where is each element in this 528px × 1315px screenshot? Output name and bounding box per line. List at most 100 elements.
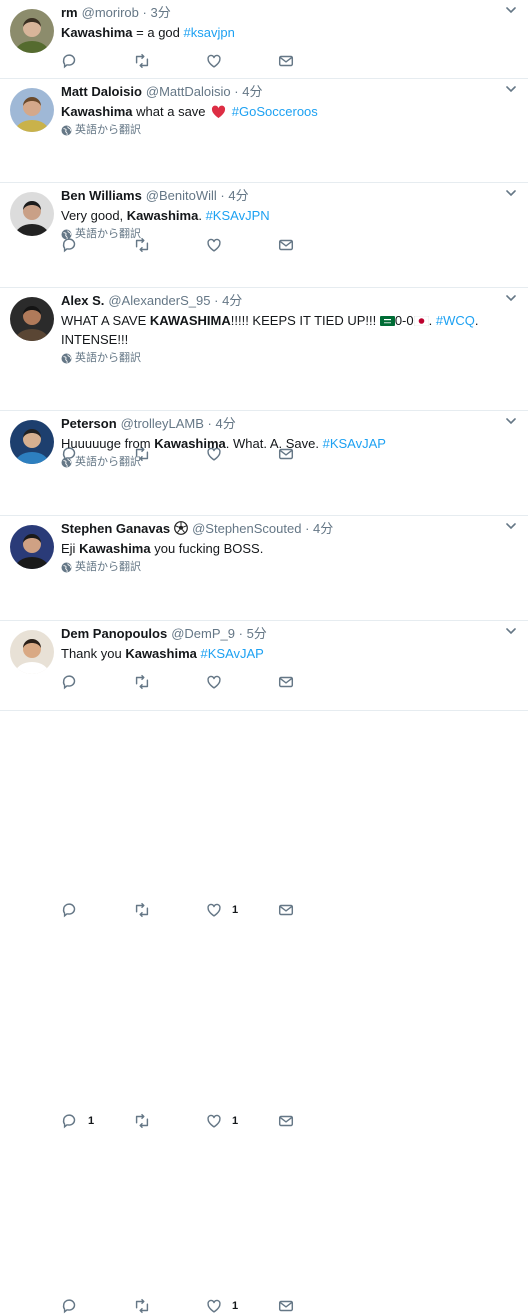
tweet-text-span: . xyxy=(428,313,436,328)
user-handle[interactable]: @trolleyLAMB xyxy=(121,416,204,431)
direct-message-button[interactable] xyxy=(277,52,349,70)
chevron-down-icon[interactable] xyxy=(504,291,518,305)
user-handle[interactable]: @morirob xyxy=(82,5,139,20)
tweet-text-span: Very good, xyxy=(61,208,127,223)
tweet-text-span: Huuuuuge from xyxy=(61,436,155,451)
avatar[interactable] xyxy=(10,630,54,674)
tweet[interactable]: Peterson @trolleyLAMB · 4分 Huuuuuge from K… xyxy=(0,411,528,918)
user-handle[interactable]: @BenitoWill xyxy=(146,188,217,203)
tweet-text-span: 0-0 xyxy=(394,313,414,328)
reply-button[interactable] xyxy=(61,901,133,919)
tweet-text-span: what a save xyxy=(132,104,210,119)
chevron-down-icon[interactable] xyxy=(504,624,518,638)
tweet-timestamp[interactable]: 4分 xyxy=(222,293,242,308)
user-handle[interactable]: @AlexanderS_95 xyxy=(108,293,210,308)
avatar[interactable] xyxy=(10,9,54,53)
hashtag-link[interactable]: #KSAvJAP xyxy=(323,436,386,451)
separator-dot: · xyxy=(234,84,239,99)
direct-message-button[interactable] xyxy=(277,1112,349,1130)
translate-link[interactable]: 英語から翻訳 xyxy=(61,350,500,366)
user-handle[interactable]: @DemP_9 xyxy=(171,626,235,641)
tweet-text: Huuuuuge from Kawashima. What. A. Save. … xyxy=(61,434,500,453)
tweet-timestamp[interactable]: 4分 xyxy=(228,188,248,203)
envelope-icon xyxy=(277,1297,295,1315)
retweet-button[interactable] xyxy=(133,901,205,919)
tweet[interactable]: Stephen Ganavas @StephenScouted · 4分 Eji K… xyxy=(0,516,528,1129)
tweet-timestamp[interactable]: 4分 xyxy=(313,521,333,536)
tweet-header: rm @morirob · 3分 xyxy=(61,4,500,22)
translate-link[interactable]: 英語から翻訳 xyxy=(61,559,500,575)
display-name[interactable]: Matt Daloisio xyxy=(61,84,142,99)
avatar[interactable] xyxy=(10,192,54,236)
retweet-icon xyxy=(133,901,151,919)
tweet-text-span: . What. A. Save. xyxy=(225,436,323,451)
display-name[interactable]: Peterson xyxy=(61,416,117,431)
avatar[interactable] xyxy=(10,88,54,132)
like-button[interactable] xyxy=(205,52,277,70)
retweet-button[interactable] xyxy=(133,52,205,70)
tweet-timestamp[interactable]: 4分 xyxy=(242,84,262,99)
tweet[interactable]: rm @morirob · 3分 Kawashima = a god #ksavjp… xyxy=(0,0,528,79)
like-button[interactable]: 1 xyxy=(205,901,277,919)
avatar[interactable] xyxy=(10,525,54,569)
translate-link[interactable]: 英語から翻訳 xyxy=(61,226,500,242)
chevron-down-icon[interactable] xyxy=(504,519,518,533)
reply-button[interactable]: 1 xyxy=(61,1112,133,1130)
hashtag-link[interactable]: #KSAvJAP xyxy=(201,646,264,661)
chevron-down-icon[interactable] xyxy=(504,186,518,200)
avatar[interactable] xyxy=(10,420,54,464)
tweet-text-span: Eji xyxy=(61,541,80,556)
direct-message-button[interactable] xyxy=(277,901,349,919)
user-handle[interactable]: @MattDaloisio xyxy=(146,84,231,99)
tweet-content: Ben Williams @BenitoWill · 4分 Very good, K… xyxy=(61,187,500,242)
avatar[interactable] xyxy=(10,297,54,341)
tweet[interactable]: Ben Williams @BenitoWill · 4分 Very good, K… xyxy=(0,183,528,462)
chevron-down-icon[interactable] xyxy=(504,82,518,96)
tweet-actions: 1 xyxy=(61,1297,349,1315)
red-heart-emoji-icon xyxy=(211,104,226,118)
reply-button[interactable] xyxy=(61,52,133,70)
translate-label: 英語から翻訳 xyxy=(75,561,141,573)
highlighted-keyword: Kawashima xyxy=(154,436,226,451)
like-button[interactable]: 1 xyxy=(205,1112,277,1130)
display-name[interactable]: rm xyxy=(61,5,78,20)
chevron-down-icon[interactable] xyxy=(504,414,518,428)
tweet-actions xyxy=(61,52,349,70)
like-count: 1 xyxy=(232,904,239,916)
japan-flag-emoji-icon xyxy=(413,312,429,327)
translate-link[interactable]: 英語から翻訳 xyxy=(61,122,500,138)
heart-icon xyxy=(205,1297,223,1315)
display-name[interactable]: Alex S. xyxy=(61,293,104,308)
tweet-timestamp[interactable]: 5分 xyxy=(247,626,267,641)
hashtag-link[interactable]: #WCQ xyxy=(436,313,475,328)
tweet-timestamp[interactable]: 4分 xyxy=(216,416,236,431)
tweet-text: Kawashima = a god #ksavjpn xyxy=(61,23,500,42)
globe-icon xyxy=(61,353,72,364)
reply-button[interactable] xyxy=(61,1297,133,1315)
tweet[interactable]: Alex S. @AlexanderS_95 · 4分 WHAT A SAVE KA… xyxy=(0,288,528,690)
direct-message-button[interactable] xyxy=(277,1297,349,1315)
tweet[interactable]: Dem Panopoulos @DemP_9 · 5分 Thank you Kawa… xyxy=(0,621,528,1314)
retweet-button[interactable] xyxy=(133,1112,205,1130)
display-name[interactable]: Dem Panopoulos xyxy=(61,626,167,641)
chevron-down-icon[interactable] xyxy=(504,3,518,17)
retweet-icon xyxy=(133,52,151,70)
tweet-content: Peterson @trolleyLAMB · 4分 Huuuuuge from K… xyxy=(61,415,500,470)
display-name[interactable]: Ben Williams xyxy=(61,188,142,203)
tweet-timestamp[interactable]: 3分 xyxy=(150,5,170,20)
highlighted-keyword: Kawashima xyxy=(79,541,151,556)
translate-link[interactable]: 英語から翻訳 xyxy=(61,454,500,470)
hashtag-link[interactable]: #ksavjpn xyxy=(184,25,235,40)
hashtag-link[interactable]: #KSAvJPN xyxy=(206,208,270,223)
like-button[interactable]: 1 xyxy=(205,1297,277,1315)
separator-dot: · xyxy=(220,188,225,203)
hashtag-link[interactable]: #GoSocceroos xyxy=(232,104,318,119)
tweet-header: Ben Williams @BenitoWill · 4分 xyxy=(61,187,500,205)
display-name[interactable]: Stephen Ganavas xyxy=(61,521,170,536)
tweet[interactable]: Matt Daloisio @MattDaloisio · 4分 Kawashima… xyxy=(0,79,528,253)
retweet-button[interactable] xyxy=(133,1297,205,1315)
user-handle[interactable]: @StephenScouted xyxy=(192,521,301,536)
tweet-text: WHAT A SAVE KAWASHIMA!!!!! KEEPS IT TIED… xyxy=(61,311,500,349)
reply-icon xyxy=(61,901,79,919)
globe-icon xyxy=(61,457,72,468)
